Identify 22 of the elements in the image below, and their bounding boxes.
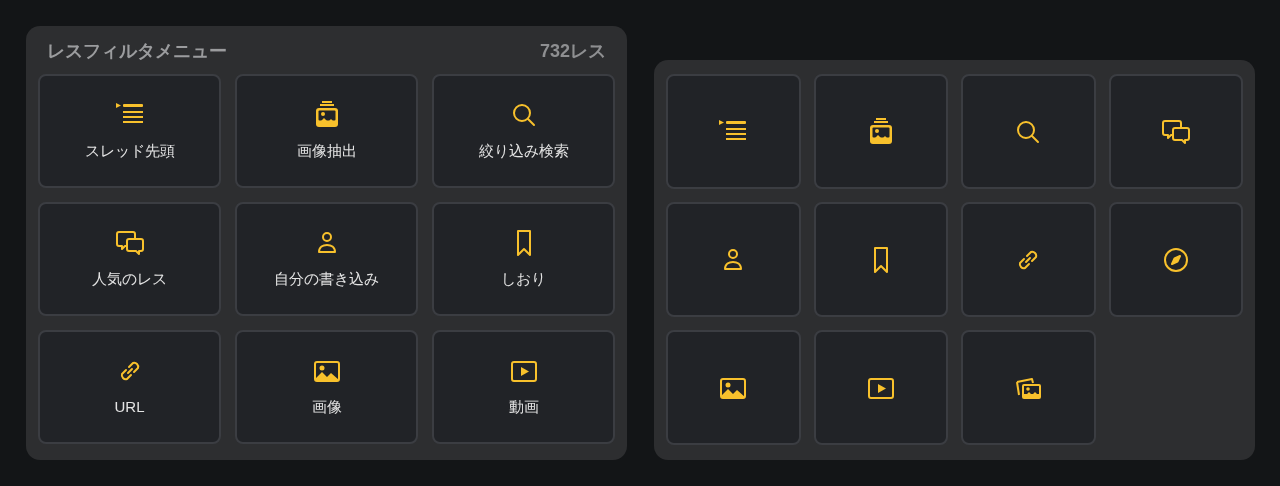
filter-tile[interactable]: スレッド先頭 bbox=[38, 74, 221, 188]
filter-tile[interactable]: 画像抽出 bbox=[235, 74, 418, 188]
icon-tile[interactable] bbox=[961, 202, 1096, 317]
post-count: 732レス bbox=[539, 39, 606, 63]
icon-tile[interactable] bbox=[813, 330, 948, 445]
menu-title: レスフィルタメニュー bbox=[47, 39, 227, 63]
icon-tile[interactable] bbox=[961, 330, 1096, 445]
filter-tile[interactable]: 画像 bbox=[235, 330, 418, 444]
filter-tile[interactable]: 動画 bbox=[432, 330, 615, 444]
icon-tile[interactable] bbox=[813, 202, 948, 317]
icon-tile[interactable] bbox=[666, 330, 801, 445]
filter-tile[interactable]: 自分の書き込み bbox=[235, 202, 418, 316]
icon-tile[interactable] bbox=[666, 74, 801, 189]
icon-tile[interactable] bbox=[666, 202, 801, 317]
filter-tile[interactable]: 人気のレス bbox=[38, 202, 221, 316]
icon-tile[interactable] bbox=[813, 74, 948, 189]
filter-tile[interactable]: 絞り込み検索 bbox=[432, 74, 615, 188]
icon-tile[interactable] bbox=[1108, 74, 1243, 189]
icon-tile[interactable] bbox=[961, 74, 1096, 189]
filter-tile[interactable]: URL bbox=[38, 330, 221, 444]
filter-tile[interactable]: しおり bbox=[432, 202, 615, 316]
icon-tile[interactable] bbox=[1108, 202, 1243, 317]
